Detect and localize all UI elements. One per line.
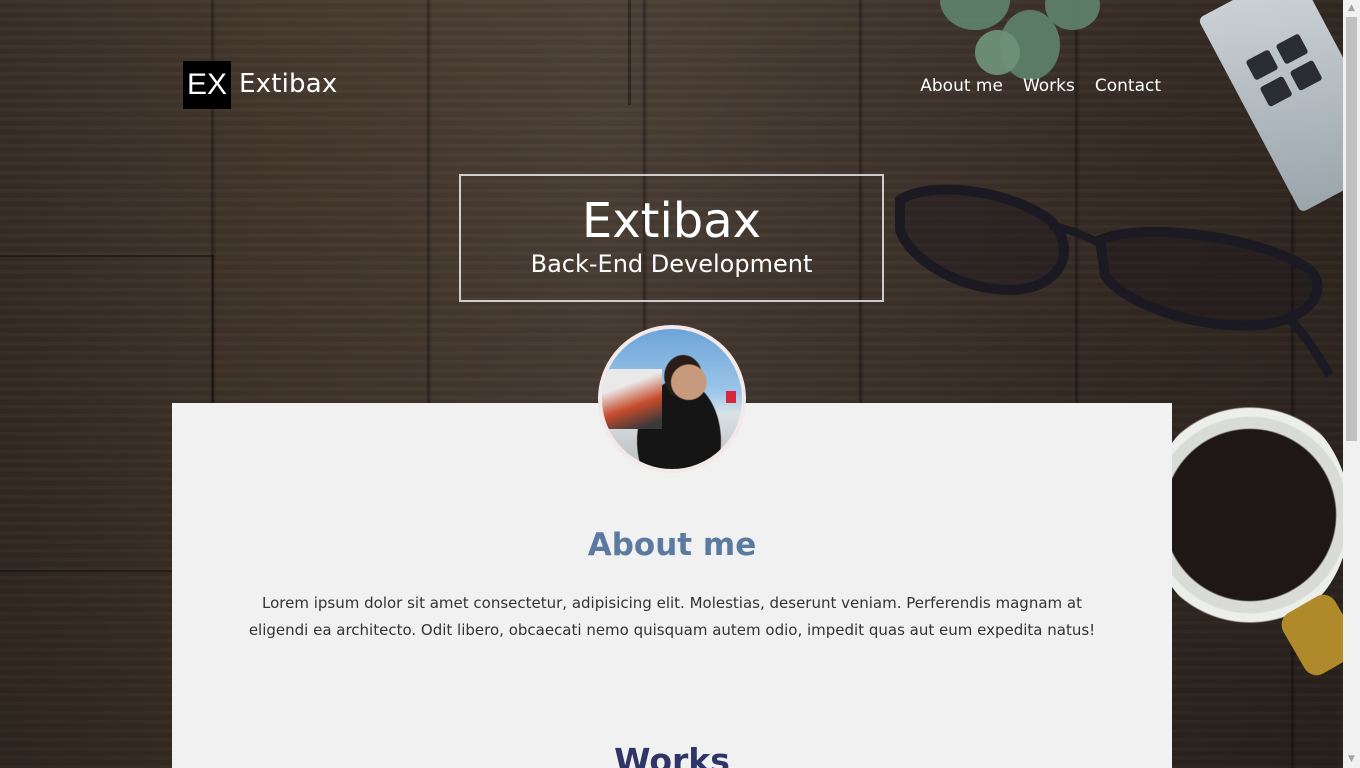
logo-mark[interactable]: EX xyxy=(183,61,231,109)
site-header: EX Extibax About me Works Contact xyxy=(183,61,1161,109)
about-heading: About me xyxy=(587,527,757,563)
coffee-cup-image xyxy=(1150,400,1343,630)
main-nav: About me Works Contact xyxy=(920,76,1161,96)
glasses-image xyxy=(895,184,1334,378)
profile-avatar xyxy=(598,325,746,473)
scroll-thumb[interactable] xyxy=(1346,17,1357,441)
page-scrollbar[interactable]: ▲ ▼ xyxy=(1343,0,1360,768)
nav-link-about-me[interactable]: About me xyxy=(920,76,1003,96)
nav-link-works[interactable]: Works xyxy=(1023,76,1075,96)
nav-link-contact[interactable]: Contact xyxy=(1095,76,1161,96)
scroll-up-icon[interactable]: ▲ xyxy=(1343,0,1360,17)
works-heading: Works xyxy=(614,741,730,768)
hero-box: Extibax Back-End Development xyxy=(459,174,884,302)
hero-title: Extibax xyxy=(581,193,762,249)
scroll-down-icon[interactable]: ▼ xyxy=(1343,751,1360,768)
about-paragraph: Lorem ipsum dolor sit amet consectetur, … xyxy=(248,594,1096,639)
hero-subtitle: Back-End Development xyxy=(530,250,813,278)
logo-text[interactable]: Extibax xyxy=(239,69,337,99)
